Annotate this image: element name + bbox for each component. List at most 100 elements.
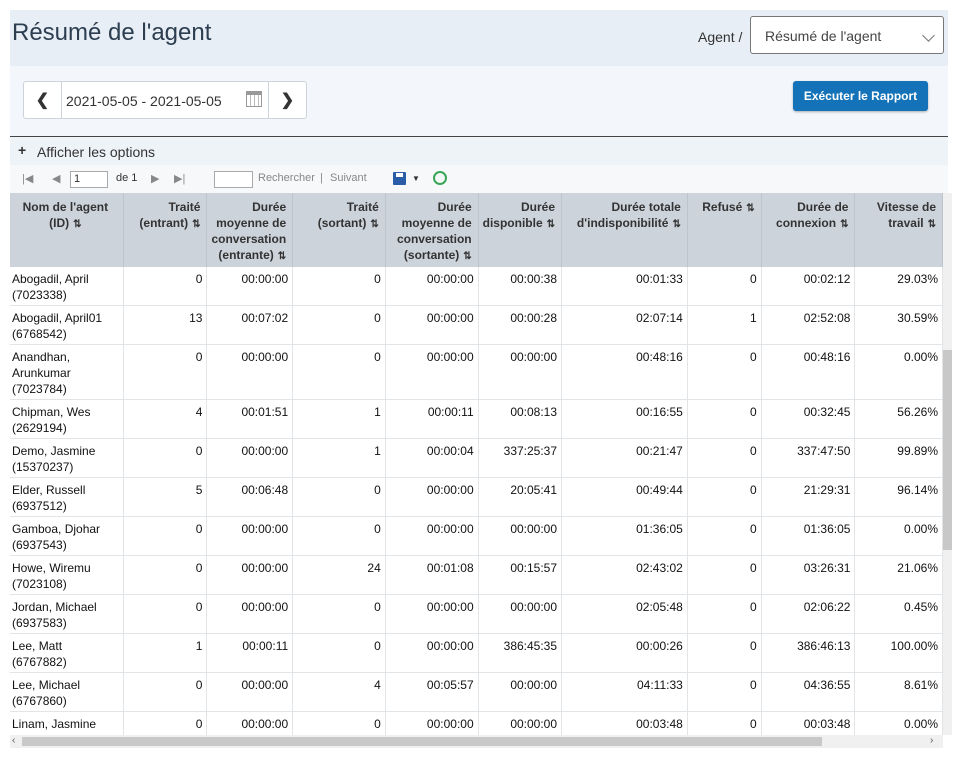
table-cell: 00:00:00 — [385, 711, 479, 735]
agent-name-cell: Gamboa, Djohar (6937543) — [10, 516, 124, 556]
sort-icon[interactable]: ⇅ — [746, 203, 754, 214]
table-cell: 0.00% — [854, 516, 943, 556]
table-row: Anandhan, Arunkumar (7023784) 0 00:00:00 0 0… — [10, 344, 943, 400]
table-cell: 00:00:04 — [385, 438, 479, 478]
table-row: Jordan, Michael (6937583) 0 00:00:00 0 00:00… — [10, 594, 943, 634]
table-cell: 00:00:11 — [206, 633, 294, 673]
sort-icon[interactable]: ⇅ — [73, 219, 81, 230]
sort-icon[interactable]: ⇅ — [672, 219, 680, 230]
column-header[interactable]: Durée totale d'indisponibilité ⇅ — [561, 193, 688, 267]
column-header[interactable]: Durée moyenne de conversation (entrante)… — [206, 193, 294, 267]
next-date-button[interactable]: ❯ — [268, 82, 306, 118]
sort-icon[interactable]: ⇅ — [278, 251, 286, 262]
table-cell: 0 — [123, 267, 208, 306]
vertical-scroll-thumb[interactable] — [943, 350, 952, 550]
sort-icon[interactable]: ⇅ — [192, 219, 200, 230]
table-cell: 0 — [687, 555, 762, 595]
refresh-icon[interactable] — [433, 171, 447, 185]
table-cell: 00:01:51 — [206, 399, 294, 439]
table-row: Lee, Matt (6767882) 1 00:00:11 0 00:00:00 386… — [10, 633, 943, 673]
scroll-left-icon[interactable]: ‹ — [12, 735, 15, 746]
table-cell: 337:25:37 — [478, 438, 563, 478]
table-row: Abogadil, April (7023338) 0 00:00:00 0 00:00… — [10, 267, 943, 306]
agent-name-cell: Chipman, Wes (2629194) — [10, 399, 124, 439]
column-header[interactable]: Durée moyenne de conversation (sortante)… — [385, 193, 479, 267]
agent-name-cell: Demo, Jasmine (15370237) — [10, 438, 124, 478]
report-select[interactable]: Résumé de l'agent — [750, 16, 944, 54]
column-header-label: Durée disponible — [482, 200, 556, 230]
table-cell: 386:45:35 — [478, 633, 563, 673]
column-header[interactable]: Nom de l'agent (ID) ⇅ — [10, 193, 124, 267]
table-cell: 00:00:00 — [206, 672, 294, 712]
export-dropdown-icon[interactable]: ▼ — [412, 174, 420, 183]
table-cell: 00:00:28 — [478, 305, 563, 345]
run-report-button[interactable]: Exécuter le Rapport — [793, 81, 928, 111]
horizontal-scroll-thumb[interactable] — [22, 737, 822, 746]
table-cell: 20:05:41 — [478, 477, 563, 517]
scroll-right-icon[interactable]: › — [930, 735, 933, 746]
previous-date-button[interactable]: ❮ — [24, 82, 62, 118]
date-range-input[interactable]: 2021-05-05 - 2021-05-05 — [66, 93, 222, 109]
previous-page-icon[interactable]: ◀ — [52, 172, 60, 185]
table-row: Elder, Russell (6937512) 5 00:06:48 0 00:00:… — [10, 477, 943, 517]
table-cell: 4 — [123, 399, 208, 439]
options-toggle[interactable]: + Afficher les options — [10, 137, 948, 165]
table-cell: 1 — [292, 399, 386, 439]
table-cell: 00:00:00 — [385, 477, 479, 517]
table-cell: 00:00:00 — [206, 555, 294, 595]
table-cell: 5 — [123, 477, 208, 517]
table-cell: 0 — [687, 711, 762, 735]
table-row: Demo, Jasmine (15370237) 0 00:00:00 1 00:00:… — [10, 438, 943, 478]
sort-icon[interactable]: ⇅ — [928, 219, 936, 230]
table-cell: 29.03% — [854, 267, 943, 306]
table-cell: 00:00:00 — [385, 594, 479, 634]
table-cell: 0 — [292, 594, 386, 634]
breadcrumb[interactable]: Agent / — [698, 29, 742, 45]
table-cell: 0 — [687, 344, 762, 400]
next-page-icon[interactable]: ▶ — [151, 172, 159, 185]
chevron-down-icon — [922, 29, 935, 42]
table-cell: 00:00:00 — [478, 672, 563, 712]
first-page-icon[interactable]: |◀ — [22, 172, 33, 185]
find-next-link[interactable]: Suivant — [330, 172, 367, 184]
table-cell: 0 — [687, 477, 762, 517]
export-icon[interactable] — [393, 172, 406, 185]
agent-name-cell: Anandhan, Arunkumar (7023784) — [10, 344, 124, 400]
sort-icon[interactable]: ⇅ — [547, 219, 555, 230]
table-cell: 03:26:31 — [761, 555, 856, 595]
agent-name-cell: Elder, Russell (6937512) — [10, 477, 124, 517]
table-cell: 00:08:13 — [478, 399, 563, 439]
column-header[interactable]: Vitesse de travail ⇅ — [854, 193, 943, 267]
table-cell: 00:32:45 — [761, 399, 856, 439]
sort-icon[interactable]: ⇅ — [370, 219, 378, 230]
table-cell: 00:00:00 — [206, 711, 294, 735]
agent-name-cell: Jordan, Michael (6937583) — [10, 594, 124, 634]
agent-name-cell: Lee, Matt (6767882) — [10, 633, 124, 673]
find-link[interactable]: Rechercher — [258, 172, 315, 184]
column-header-label: Durée totale d'indisponibilité — [576, 200, 681, 230]
last-page-icon[interactable]: ▶| — [174, 172, 185, 185]
table-cell: 00:00:00 — [385, 516, 479, 556]
column-header[interactable]: Durée disponible ⇅ — [478, 193, 563, 267]
column-header[interactable]: Durée de connexion ⇅ — [761, 193, 856, 267]
calendar-icon[interactable] — [246, 91, 262, 107]
table-cell: 0.00% — [854, 344, 943, 400]
table-cell: 00:00:00 — [206, 516, 294, 556]
table-cell: 0 — [123, 555, 208, 595]
table-cell: 00:00:26 — [561, 633, 688, 673]
table-cell: 0 — [123, 594, 208, 634]
sort-icon[interactable]: ⇅ — [463, 251, 471, 262]
column-header[interactable]: Traité (entrant) ⇅ — [123, 193, 208, 267]
find-text-input[interactable] — [214, 171, 253, 188]
table-cell: 00:00:00 — [478, 344, 563, 400]
sort-icon[interactable]: ⇅ — [840, 219, 848, 230]
column-header[interactable]: Traité (sortant) ⇅ — [292, 193, 386, 267]
options-toggle-label: Afficher les options — [37, 144, 156, 160]
page-number-input[interactable]: 1 — [70, 171, 108, 188]
table-cell: 0.45% — [854, 594, 943, 634]
table-cell: 0 — [292, 344, 386, 400]
table-cell: 00:00:00 — [206, 594, 294, 634]
column-header[interactable]: Refusé ⇅ — [687, 193, 762, 267]
table-cell: 00:49:44 — [561, 477, 688, 517]
table-cell: 00:00:00 — [385, 267, 479, 306]
